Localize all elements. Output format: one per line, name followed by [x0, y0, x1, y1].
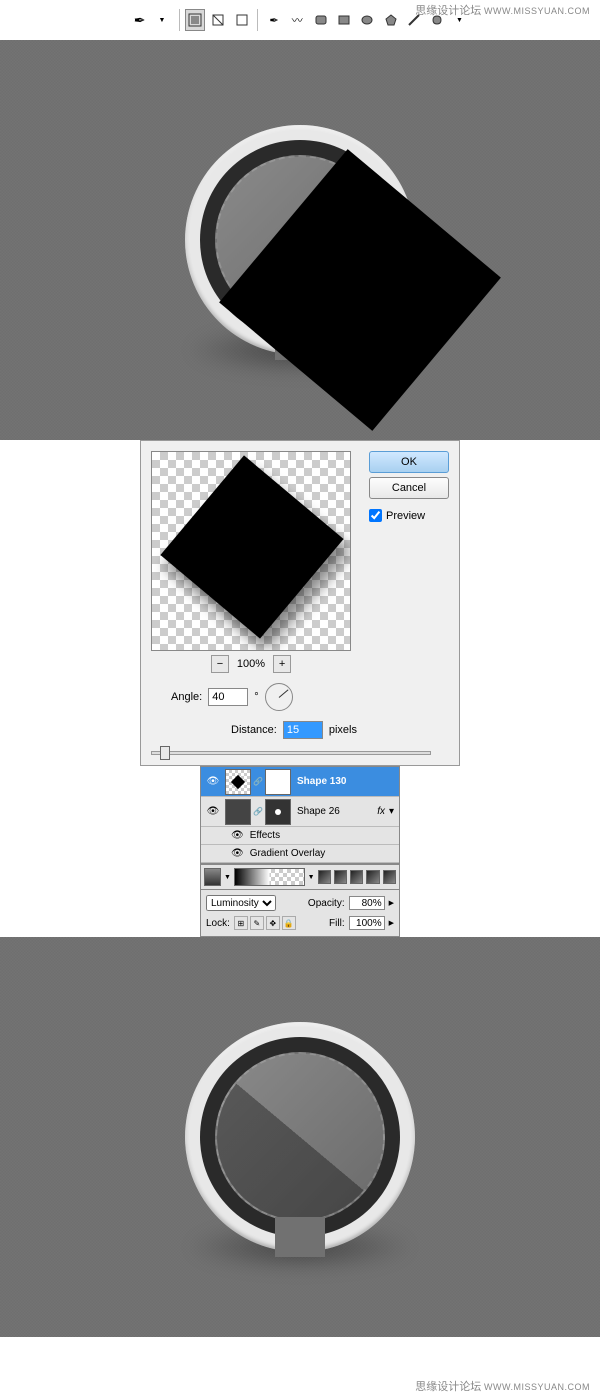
- lock-transparency[interactable]: ⊞: [234, 916, 248, 930]
- fill-input[interactable]: [349, 916, 385, 930]
- preview-label: Preview: [386, 510, 425, 522]
- lock-all[interactable]: 🔒: [282, 916, 296, 930]
- separator: [257, 9, 258, 31]
- pen-tool-icon[interactable]: ✒: [264, 9, 283, 31]
- ok-button[interactable]: OK: [369, 451, 449, 473]
- visibility-icon[interactable]: 👁: [231, 848, 244, 859]
- layer-shape-26[interactable]: 👁 🔗 Shape 26 fx ▾: [201, 797, 399, 827]
- zoom-in-button[interactable]: +: [273, 655, 291, 673]
- fx-badge[interactable]: fx: [377, 806, 389, 817]
- rect-icon[interactable]: [334, 9, 353, 31]
- layer-thumb[interactable]: [225, 769, 251, 795]
- tool-dropdown[interactable]: ▼: [153, 9, 172, 31]
- layer-name[interactable]: Shape 130: [297, 776, 346, 787]
- watermark-text: 思缘设计论坛: [415, 1381, 481, 1393]
- pen-tool[interactable]: ✒: [130, 9, 149, 31]
- gradient-preset-2[interactable]: [334, 870, 347, 884]
- distance-unit: pixels: [329, 724, 357, 736]
- gradient-editor[interactable]: [234, 868, 305, 886]
- canvas-area-1[interactable]: [0, 40, 600, 440]
- cancel-button[interactable]: Cancel: [369, 477, 449, 499]
- distance-input[interactable]: [283, 721, 323, 739]
- gradient-overlay-row[interactable]: 👁 Gradient Overlay: [201, 845, 399, 863]
- angle-dial[interactable]: [265, 683, 293, 711]
- preview-checkbox[interactable]: [369, 509, 382, 522]
- fill-pixels-mode[interactable]: [232, 9, 251, 31]
- link-icon[interactable]: 🔗: [253, 807, 263, 816]
- lock-position[interactable]: ✥: [266, 916, 280, 930]
- distance-label: Distance:: [231, 724, 277, 736]
- gradient-swatch[interactable]: [204, 868, 221, 886]
- slider-thumb[interactable]: [160, 746, 170, 760]
- canvas-area-2[interactable]: [0, 937, 600, 1337]
- link-icon[interactable]: 🔗: [253, 777, 263, 786]
- gradient-toolbar: ▼ ▼: [200, 864, 400, 890]
- watermark-url: WWW.MISSYUAN.COM: [484, 6, 590, 16]
- lock-label: Lock:: [206, 918, 230, 929]
- layer-mask-thumb[interactable]: [265, 799, 291, 825]
- opacity-label: Opacity:: [308, 898, 345, 909]
- effects-row[interactable]: 👁 Effects: [201, 827, 399, 845]
- watermark-url: WWW.MISSYUAN.COM: [484, 1382, 590, 1392]
- ellipse-icon[interactable]: [358, 9, 377, 31]
- knob-outer-ring: [185, 1022, 415, 1252]
- visibility-icon[interactable]: 👁: [203, 802, 223, 822]
- gradient-preset-1[interactable]: [318, 870, 331, 884]
- visibility-icon[interactable]: 👁: [203, 772, 223, 792]
- layer-thumb[interactable]: [225, 799, 251, 825]
- gradient-preset-5[interactable]: [383, 870, 396, 884]
- fill-flyout[interactable]: ▶: [389, 919, 394, 927]
- layer-mask-thumb[interactable]: [265, 769, 291, 795]
- paths-mode[interactable]: [209, 9, 228, 31]
- separator: [179, 9, 180, 31]
- blend-mode-select[interactable]: Luminosity: [206, 895, 276, 911]
- opacity-flyout[interactable]: ▶: [389, 899, 394, 907]
- shape-layers-mode[interactable]: [185, 9, 204, 31]
- rounded-rect-icon[interactable]: [311, 9, 330, 31]
- lock-pixels[interactable]: ✎: [250, 916, 264, 930]
- visibility-icon[interactable]: 👁: [231, 830, 244, 841]
- zoom-level: 100%: [237, 658, 265, 670]
- gradient-preset-4[interactable]: [366, 870, 379, 884]
- layer-name[interactable]: Shape 26: [297, 806, 340, 817]
- collapse-icon[interactable]: ▾: [389, 806, 397, 817]
- dropdown-icon[interactable]: ▼: [308, 874, 315, 881]
- watermark-text: 思缘设计论坛: [415, 5, 481, 17]
- dropdown-icon[interactable]: ▼: [224, 874, 231, 881]
- polygon-icon[interactable]: [381, 9, 400, 31]
- knob-dark-ring: [200, 1037, 400, 1237]
- gradient-overlay-label: Gradient Overlay: [250, 848, 326, 859]
- gradient-preset-3[interactable]: [350, 870, 363, 884]
- distance-slider[interactable]: [151, 751, 431, 755]
- angle-unit: °: [254, 691, 258, 703]
- angle-input[interactable]: [208, 688, 248, 706]
- preview-canvas[interactable]: [151, 451, 351, 651]
- angle-label: Angle:: [171, 691, 202, 703]
- knob-face-shaded: [215, 1052, 385, 1222]
- motion-blur-dialog: − 100% + OK Cancel Preview Angle: ° Dist…: [140, 440, 460, 766]
- layer-controls: Luminosity Opacity: ▶ Lock: ⊞ ✎ ✥ 🔒 Fill…: [200, 890, 400, 937]
- layer-shape-130[interactable]: 👁 🔗 Shape 130: [201, 767, 399, 797]
- freeform-pen-icon[interactable]: 〰: [288, 9, 307, 31]
- zoom-out-button[interactable]: −: [211, 655, 229, 673]
- opacity-input[interactable]: [349, 896, 385, 910]
- layers-panel: 👁 🔗 Shape 130 👁 🔗 Shape 26 fx ▾ 👁 Effect…: [200, 766, 400, 864]
- effects-label: Effects: [250, 830, 280, 841]
- fill-label: Fill:: [329, 918, 345, 929]
